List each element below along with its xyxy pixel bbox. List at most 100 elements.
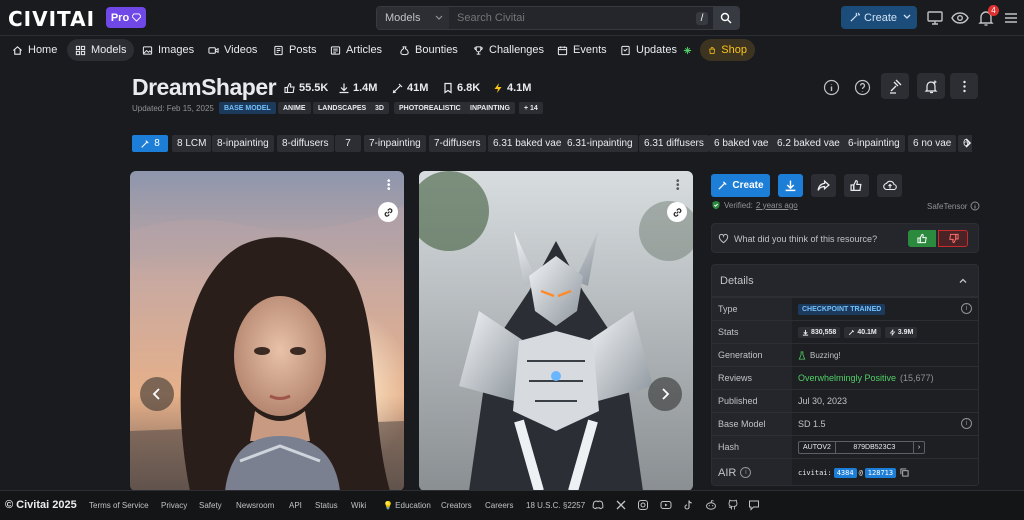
copy-icon[interactable] [900,468,909,477]
youtube-icon[interactable] [660,499,672,511]
download-button[interactable] [778,174,803,197]
moderate-button[interactable] [881,73,909,99]
nav-challenges[interactable]: Challenges [465,39,552,61]
version-tab[interactable]: 7 [335,135,361,152]
pro-badge[interactable]: Pro [106,7,146,28]
nav-bounties[interactable]: Bounties [391,39,466,61]
info-icon[interactable]: i [740,467,752,478]
nav-shop[interactable]: Shop [700,39,755,61]
monitor-icon[interactable] [926,9,944,27]
tag-inpainting[interactable]: INPAINTING [465,102,515,114]
nav-updates[interactable]: Updates [612,39,701,61]
nav-posts[interactable]: Posts [265,39,325,61]
search-type-select[interactable]: Models [377,7,449,29]
nav-models[interactable]: Models [67,39,135,61]
info-icon[interactable] [970,201,980,211]
footer-link-safety[interactable]: Safety [199,501,222,510]
version-tab[interactable]: 6-inpainting [843,135,905,152]
chevron-right-icon[interactable] [962,137,974,149]
tag-landscapes[interactable]: LANDSCAPES [313,102,372,114]
footer-link-careers[interactable]: Careers [485,501,513,510]
version-tab[interactable]: 7-diffusers [429,135,486,152]
info-button[interactable] [819,75,843,99]
base-model-tag[interactable]: BASE MODEL [219,102,276,114]
cloud-upload-button[interactable] [877,174,902,197]
version-tab-8[interactable]: 8 [132,135,168,152]
tag-3d[interactable]: 3D [370,102,389,114]
info-icon[interactable]: i [961,303,972,314]
image-menu-icon[interactable]: • • • [676,177,680,195]
footer-link-creators[interactable]: Creators [441,501,472,510]
thumbs-up-review-button[interactable] [908,230,936,247]
air-model-id: 4384 [833,467,857,478]
chat-icon[interactable] [748,499,760,511]
chevron-right-icon[interactable]: › [914,442,924,453]
nav-models-label: Models [91,44,127,56]
hash-selector[interactable]: AUTOV2 879DB523C3 › [798,440,926,454]
footer-link-privacy[interactable]: Privacy [161,501,187,510]
user-menu-icon[interactable] [1002,9,1020,27]
nav-videos[interactable]: Videos [200,39,265,61]
nav-home[interactable]: Home [4,39,65,61]
version-tab[interactable]: 6.2 baked vae [772,135,845,152]
nav-events[interactable]: Events [549,39,615,61]
nav-articles[interactable]: Articles [322,39,390,61]
version-tab[interactable]: 6.31 diffusers [639,135,709,152]
gallery-image-mech[interactable]: • • • [419,171,693,491]
version-label: 8 [154,138,160,149]
reviews-rating[interactable]: Overwhelmingly Positive [798,373,896,383]
sidebar-create-label: Create [732,180,764,191]
github-icon[interactable] [727,499,739,511]
version-tab[interactable]: 6.31-inpainting [562,135,638,152]
footer-link-education[interactable]: 💡 Education [383,501,431,510]
sidebar-create-button[interactable]: Create [711,174,770,197]
version-tab[interactable]: 6 no vae [908,135,957,152]
footer-link-status[interactable]: Status [315,501,338,510]
image-link-button[interactable] [378,202,398,222]
footer-link-2257[interactable]: 18 U.S.C. §2257 [526,501,585,510]
version-tab[interactable]: 8 LCM [172,135,212,152]
search-button[interactable] [713,7,739,29]
share-button[interactable] [811,174,836,197]
thumbs-down-review-button[interactable] [938,230,968,247]
gallery-image-portrait[interactable]: • • • [130,171,404,491]
footer-link-api[interactable]: API [289,501,302,510]
more-options-button[interactable] [950,73,978,99]
chevron-down-icon[interactable] [901,10,913,24]
help-button[interactable] [850,75,874,99]
version-tab[interactable]: 6 baked vae [709,135,774,152]
tag-more[interactable]: + 14 [519,102,543,114]
create-button[interactable]: Create [841,6,917,29]
tiktok-icon[interactable] [682,499,694,511]
verified-time[interactable]: 2 years ago [756,201,798,210]
reddit-icon[interactable] [705,499,717,511]
instagram-icon[interactable] [637,499,649,511]
footer-link-terms[interactable]: Terms of Service [89,501,149,510]
image-link-button[interactable] [667,202,687,222]
hash-value[interactable]: 879DB523C3 [836,441,914,453]
eye-icon[interactable] [951,9,969,27]
info-icon[interactable]: i [961,418,972,429]
footer-link-wiki[interactable]: Wiki [351,501,366,510]
x-twitter-icon[interactable] [615,499,627,511]
verified-info: Verified: 2 years ago [711,200,798,210]
gallery-prev-button[interactable] [140,377,174,411]
civitai-logo[interactable]: CIVITAI [8,7,95,31]
search-input[interactable] [449,7,691,29]
discord-icon[interactable] [592,499,604,511]
nav-images[interactable]: Images [134,39,202,61]
like-button[interactable] [844,174,869,197]
gallery-next-button[interactable] [648,377,682,411]
version-tab[interactable]: 8-diffusers [277,135,334,152]
version-tab[interactable]: 7-inpainting [364,135,426,152]
main-nav: Home Models Images Videos Posts Articles… [0,37,1024,63]
tag-anime[interactable]: ANIME [278,102,311,114]
version-tab[interactable]: 6.31 baked vae [488,135,567,152]
image-menu-icon[interactable]: • • • [387,177,391,195]
details-header[interactable]: Details [712,265,978,297]
tag-photorealistic[interactable]: PHOTOREALISTIC [394,102,466,114]
footer-link-newsroom[interactable]: Newsroom [236,501,274,510]
version-tab[interactable]: 8-inpainting [212,135,274,152]
air-code[interactable]: civitai: 4384 @ 128713 [798,467,897,478]
follow-button[interactable] [917,73,945,99]
